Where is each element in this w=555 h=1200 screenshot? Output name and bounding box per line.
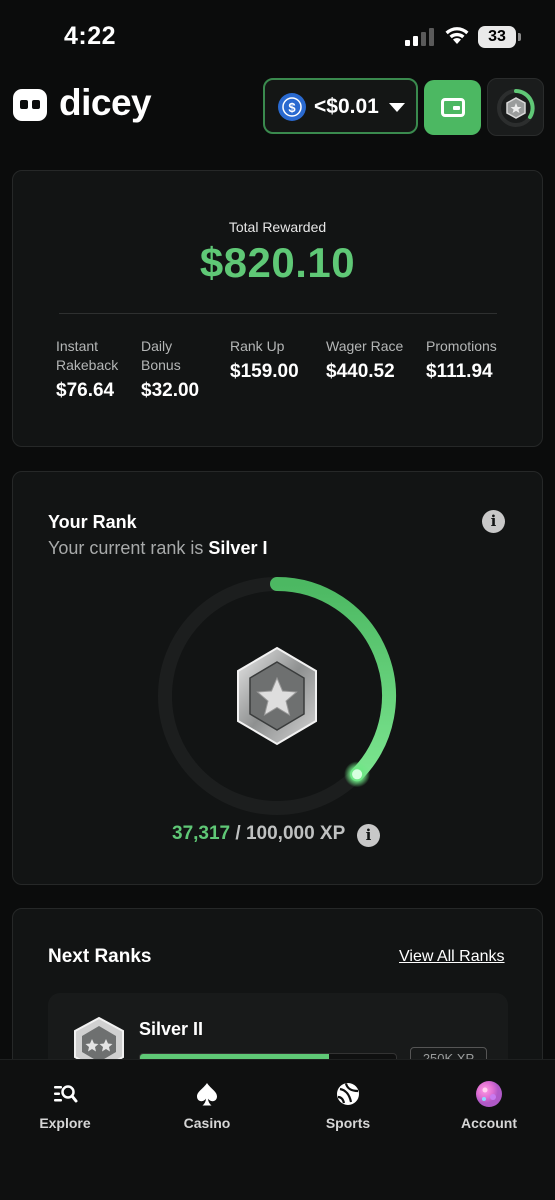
balance-amount: <$0.01 — [314, 95, 379, 118]
app-header: dicey $ <$0.01 — [0, 72, 555, 142]
avatar-icon — [476, 1081, 502, 1107]
dicey-logo-icon[interactable] — [13, 89, 47, 121]
reward-wager-race: Wager Race $440.52 — [326, 337, 403, 383]
nav-label: Account — [461, 1115, 517, 1131]
total-rewarded-label: Total Rewarded — [228, 219, 327, 235]
balance-selector[interactable]: $ <$0.01 — [263, 78, 418, 134]
cellular-signal-icon — [405, 28, 434, 46]
logo-text[interactable]: dicey — [59, 82, 152, 124]
logo-eye-right — [32, 100, 40, 109]
reward-daily-bonus: Daily Bonus $32.00 — [141, 337, 199, 402]
reward-rank-up: Rank Up $159.00 — [230, 337, 299, 383]
reward-label-line: Rakeback — [56, 357, 119, 373]
bottom-nav: Explore Casino Sports Account — [0, 1059, 555, 1200]
your-rank-title: Your Rank — [48, 512, 137, 532]
sports-icon — [337, 1083, 359, 1105]
divider — [59, 313, 497, 314]
xp-progress-text: 37,317 / 100,000 XP — [172, 823, 345, 845]
reward-label: Promotions — [426, 338, 497, 354]
svg-text:$: $ — [288, 100, 296, 115]
reward-value: $440.52 — [326, 361, 395, 382]
nav-account[interactable]: Account — [439, 1080, 539, 1131]
xp-total: / 100,000 XP — [230, 823, 346, 844]
reward-promotions: Promotions $111.94 — [426, 337, 497, 383]
your-rank-subtitle: Your current rank is Silver I — [48, 538, 267, 559]
nav-label: Explore — [39, 1115, 91, 1131]
reward-value: $159.00 — [230, 361, 299, 382]
nav-casino[interactable]: Casino — [157, 1080, 257, 1131]
your-rank-card: Your Rank Your current rank is Silver I … — [12, 471, 543, 885]
reward-instant-rakeback: Instant Rakeback $76.64 — [56, 337, 118, 402]
reward-label-line: Instant — [56, 338, 99, 354]
rank-subtitle-prefix: Your current rank is — [48, 538, 209, 558]
reward-value: $111.94 — [426, 361, 493, 382]
rank-progress-icon — [497, 89, 535, 127]
rank-button[interactable] — [487, 78, 544, 136]
rank-ring-dot — [352, 769, 363, 780]
status-time: 4:22 — [64, 22, 117, 50]
reward-label: Rank Up — [230, 338, 285, 354]
total-rewarded-value: $820.10 — [199, 239, 356, 286]
usdc-icon: $ — [278, 93, 306, 121]
nav-label: Casino — [183, 1115, 231, 1131]
reward-label-line: Daily — [141, 338, 173, 354]
view-all-ranks-link[interactable]: View All Ranks — [399, 948, 505, 966]
wifi-icon — [445, 27, 469, 44]
battery-indicator: 33 — [478, 26, 516, 48]
next-ranks-title: Next Ranks — [48, 946, 152, 967]
battery-tip — [518, 33, 521, 41]
reward-label: Wager Race — [326, 338, 404, 354]
rank-progress-ring — [158, 577, 396, 815]
nav-explore[interactable]: Explore — [15, 1080, 115, 1131]
current-rank-name: Silver I — [208, 538, 268, 558]
reward-label: Daily Bonus — [141, 337, 199, 375]
chevron-down-icon — [389, 103, 405, 112]
rewards-summary-card: Total Rewarded $820.10 Instant Rakeback … — [12, 170, 543, 447]
spade-icon — [197, 1083, 217, 1106]
explore-icon — [54, 1085, 78, 1103]
reward-value: $76.64 — [56, 380, 115, 401]
logo-eye-left — [20, 100, 28, 109]
xp-current: 37,317 — [172, 823, 231, 844]
nav-label: Sports — [325, 1115, 371, 1131]
reward-label: Instant Rakeback — [56, 337, 118, 375]
next-rank-name: Silver II — [139, 1019, 204, 1039]
reward-value: $32.00 — [141, 380, 200, 401]
wallet-icon — [441, 98, 465, 117]
status-bar: 4:22 33 — [0, 0, 555, 70]
xp-info-icon[interactable]: i — [357, 824, 380, 847]
reward-label-line: Bonus — [141, 357, 181, 373]
silver-rank-badge-icon — [237, 646, 317, 746]
nav-sports[interactable]: Sports — [298, 1080, 398, 1131]
rank-info-icon[interactable]: i — [482, 510, 505, 533]
wallet-button[interactable] — [424, 80, 481, 135]
